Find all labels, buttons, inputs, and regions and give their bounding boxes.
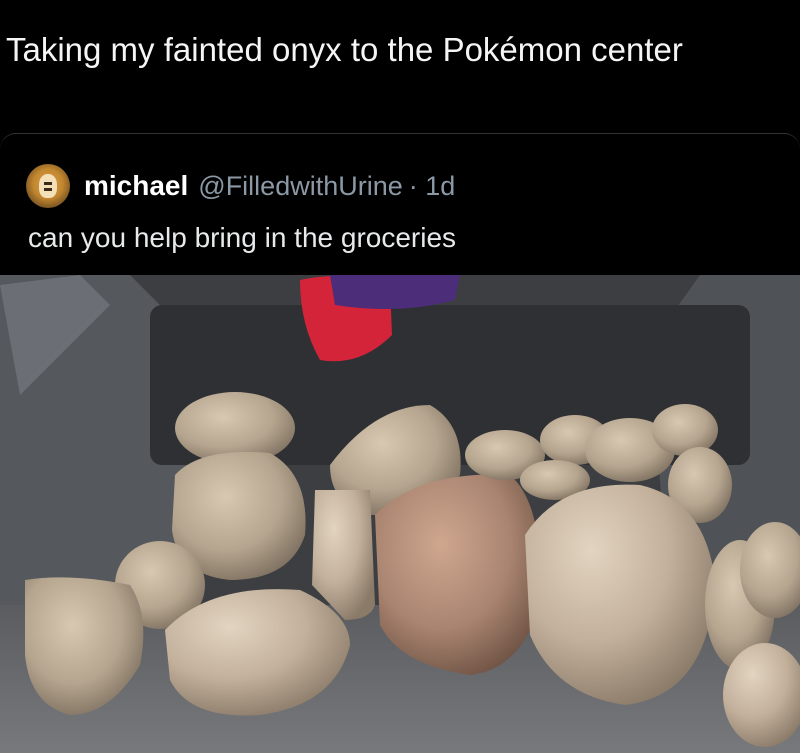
post-caption: Taking my fainted onyx to the Pokémon ce…: [6, 31, 683, 68]
quoted-post-header: michael @FilledwithUrine · 1d: [26, 164, 455, 208]
author-handle[interactable]: @FilledwithUrine: [198, 171, 402, 202]
rock: [652, 404, 718, 456]
car-trunk-rocks-photo[interactable]: [0, 275, 800, 753]
rock: [375, 474, 541, 675]
quoted-post-card[interactable]: michael @FilledwithUrine · 1d can you he…: [0, 133, 800, 753]
avatar[interactable]: [26, 164, 70, 208]
post-age: · 1d: [408, 170, 456, 201]
quoted-post-text: can you help bring in the groceries: [28, 222, 457, 253]
author-display-name[interactable]: michael: [84, 170, 188, 202]
